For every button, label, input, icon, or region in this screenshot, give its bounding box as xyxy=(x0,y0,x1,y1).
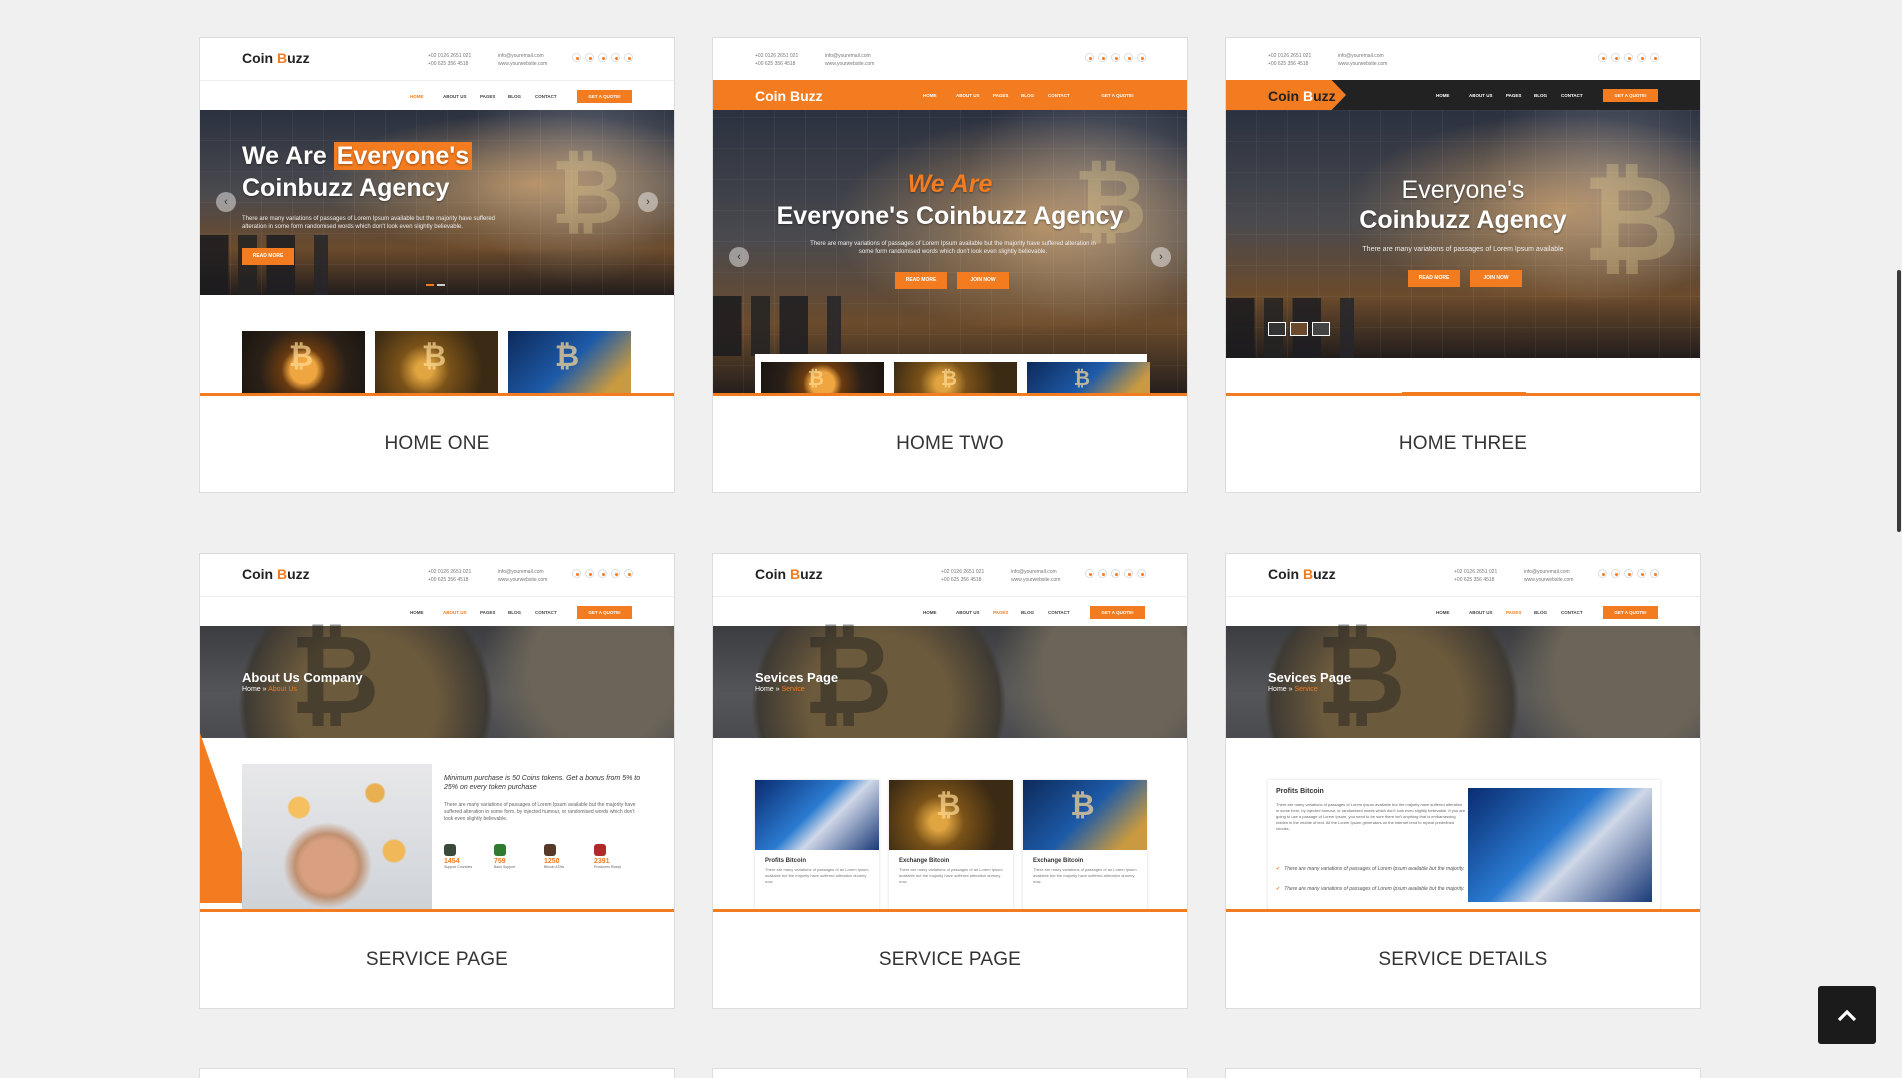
preview-logo: Coin Buzz xyxy=(242,50,310,66)
page-scrollbar[interactable] xyxy=(1896,0,1902,1078)
scrollbar-thumb[interactable] xyxy=(1897,270,1901,532)
demo-card-service-details[interactable]: Coin Buzz +02 0126 2651 021 +00 625 356 4… xyxy=(1225,553,1701,1009)
demo-card-service-page[interactable]: Coin Buzz +02 0126 2651 021 +00 625 356 4… xyxy=(712,553,1188,1009)
preview-nav: Coin Buzz HOME ABOUT US PAGES BLOG CONTA… xyxy=(713,80,1187,110)
preview-topbar: Coin Buzz +02 0126 2651 021 +00 625 356 4… xyxy=(200,554,674,596)
demo-card-home-one[interactable]: Coin Buzz +02 0126 2651 021 +00 625 356 4… xyxy=(199,37,675,493)
preview-topbar: Coin Buzz +02 0126 2651 021 +00 625 356 4… xyxy=(200,38,674,80)
demo-card-partial[interactable] xyxy=(712,1068,1188,1078)
preview-phone: +02 0126 2651 021 +00 625 356 4518 xyxy=(428,53,472,67)
card-title[interactable]: HOME THREE xyxy=(1226,396,1700,491)
preview-phone: +02 0126 2651 021 +00 625 356 4518 xyxy=(941,569,985,583)
preview-social-icons xyxy=(1085,569,1146,578)
preview-banner: ₿ Sevices Page Home » Service xyxy=(1226,611,1700,739)
preview-social-icons xyxy=(1598,569,1659,578)
preview-phone: +02 0126 2651 021 +00 625 356 4518 xyxy=(755,53,799,67)
preview-social-icons xyxy=(572,569,633,578)
demo-card-home-two[interactable]: +02 0126 2651 021 +00 625 356 4518 info@y… xyxy=(712,37,1188,493)
preview-thumbnails: ₿ ₿ ₿ xyxy=(242,331,631,393)
preview-screenshot[interactable]: +02 0126 2651 021 +00 625 356 4518 info@y… xyxy=(1226,38,1700,396)
chevron-right-icon[interactable]: › xyxy=(1151,247,1171,267)
preview-hero: ₿ We Are Everyone's Coinbuzz Agency Ther… xyxy=(713,110,1187,393)
preview-social-icons xyxy=(1085,53,1146,62)
preview-screenshot[interactable]: Coin Buzz +02 0126 2651 021 +00 625 356 4… xyxy=(1226,554,1700,912)
preview-screenshot[interactable]: Coin Buzz +02 0126 2651 021 +00 625 356 4… xyxy=(713,554,1187,912)
preview-topbar: +02 0126 2651 021 +00 625 356 4518 info@y… xyxy=(1226,38,1700,80)
preview-screenshot[interactable]: +02 0126 2651 021 +00 625 356 4518 info@y… xyxy=(713,38,1187,396)
preview-nav: Coin Buzz HOME ABOUT US PAGES BLOG CONTA… xyxy=(1226,80,1700,110)
card-title[interactable]: SERVICE DETAILS xyxy=(1226,912,1700,1007)
card-title[interactable]: SERVICE PAGE xyxy=(713,912,1187,1007)
preview-banner: ₿ About Us Company Home » About Us xyxy=(200,611,674,739)
preview-topbar: Coin Buzz +02 0126 2651 021 +00 625 356 4… xyxy=(1226,554,1700,596)
card-title[interactable]: HOME ONE xyxy=(200,396,674,491)
preview-logo: Coin Buzz xyxy=(755,88,823,104)
preview-hero: ₿ Everyone's Coinbuzz Agency There are m… xyxy=(1226,110,1700,358)
preview-thumbnails: ₿ ₿ ₿ xyxy=(761,362,1150,393)
preview-nav: HOME ABOUT US PAGES BLOG CONTACT GET A Q… xyxy=(713,596,1187,626)
card-title[interactable]: HOME TWO xyxy=(713,396,1187,491)
preview-social-icons xyxy=(572,53,633,62)
preview-social-icons xyxy=(1598,53,1659,62)
demo-card-partial[interactable] xyxy=(199,1068,675,1078)
chevron-left-icon[interactable]: ‹ xyxy=(729,247,749,267)
preview-phone: +02 0126 2651 021 +00 625 356 4518 xyxy=(1454,569,1498,583)
preview-logo: Coin Buzz xyxy=(1268,566,1336,582)
demo-grid: Coin Buzz +02 0126 2651 021 +00 625 356 4… xyxy=(199,37,1702,1009)
preview-phone: +02 0126 2651 021 +00 625 356 4518 xyxy=(1268,53,1312,67)
preview-banner: ₿ Sevices Page Home » Service xyxy=(713,611,1187,739)
preview-email: info@youremail.com www.yourwebsite.com xyxy=(498,53,548,67)
preview-email: info@youremail.com www.yourwebsite.com xyxy=(825,53,875,67)
demo-card-home-three[interactable]: +02 0126 2651 021 +00 625 356 4518 info@y… xyxy=(1225,37,1701,493)
scroll-to-top-button[interactable] xyxy=(1818,986,1876,1044)
preview-nav: HOME ABOUT US PAGES BLOG CONTACT GET A Q… xyxy=(200,80,674,110)
preview-email: info@youremail.com www.yourwebsite.com xyxy=(498,569,548,583)
card-title[interactable]: SERVICE PAGE xyxy=(200,912,674,1007)
preview-logo: Coin Buzz xyxy=(755,566,823,582)
chevron-up-icon xyxy=(1837,1009,1857,1022)
preview-service-cards: Profits Bitcoin There are many variations… xyxy=(755,780,1147,909)
chevron-left-icon[interactable]: ‹ xyxy=(216,192,236,212)
preview-logo: Coin Buzz xyxy=(1268,88,1336,104)
preview-screenshot[interactable]: Coin Buzz +02 0126 2651 021 +00 625 356 4… xyxy=(200,554,674,912)
preview-hero: ₿ We Are Everyone's Coinbuzz Agency Ther… xyxy=(200,110,674,295)
preview-screenshot[interactable]: Coin Buzz +02 0126 2651 021 +00 625 356 4… xyxy=(200,38,674,396)
preview-topbar: Coin Buzz +02 0126 2651 021 +00 625 356 4… xyxy=(713,554,1187,596)
demo-card-partial[interactable] xyxy=(1225,1068,1701,1078)
preview-email: info@youremail.com www.yourwebsite.com xyxy=(1524,569,1574,583)
preview-phone: +02 0126 2651 021 +00 625 356 4518 xyxy=(428,569,472,583)
preview-nav: HOME ABOUT US PAGES BLOG CONTACT GET A Q… xyxy=(1226,596,1700,626)
chevron-right-icon[interactable]: › xyxy=(638,192,658,212)
preview-email: info@youremail.com www.yourwebsite.com xyxy=(1338,53,1388,67)
preview-nav: HOME ABOUT US PAGES BLOG CONTACT GET A Q… xyxy=(200,596,674,626)
preview-topbar: +02 0126 2651 021 +00 625 356 4518 info@y… xyxy=(713,38,1187,80)
preview-email: info@youremail.com www.yourwebsite.com xyxy=(1011,569,1061,583)
preview-logo: Coin Buzz xyxy=(242,566,310,582)
demo-card-service-page-about[interactable]: Coin Buzz +02 0126 2651 021 +00 625 356 4… xyxy=(199,553,675,1009)
